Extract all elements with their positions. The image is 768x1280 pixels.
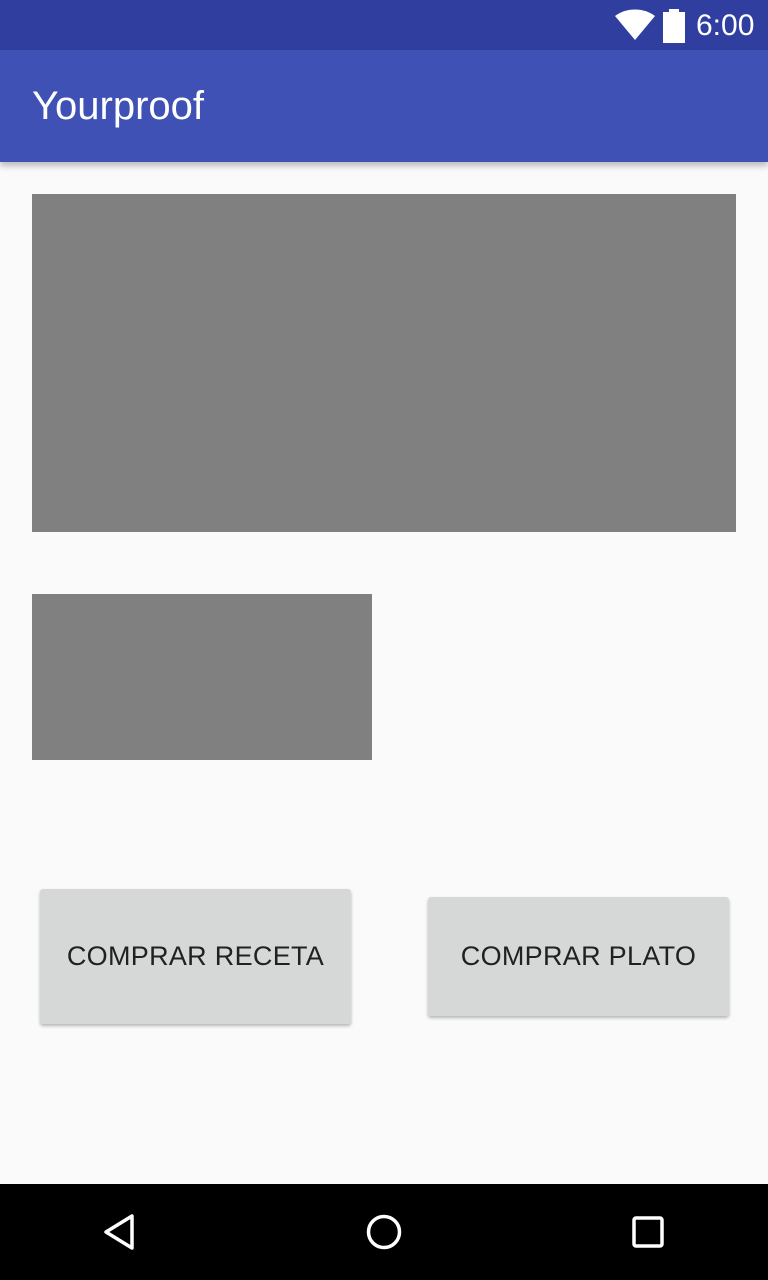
back-button[interactable]: [96, 1208, 144, 1256]
comprar-plato-button[interactable]: COMPRAR PLATO: [428, 897, 729, 1016]
recents-button[interactable]: [624, 1208, 672, 1256]
status-time: 6:00: [696, 9, 755, 42]
home-button[interactable]: [360, 1208, 408, 1256]
comprar-receta-button[interactable]: COMPRAR RECETA: [40, 889, 351, 1024]
app-title: Yourproof: [32, 84, 204, 128]
home-icon: [366, 1214, 402, 1250]
wifi-icon: [615, 9, 655, 40]
app-bar: Yourproof: [0, 50, 768, 162]
screen: 6:00 Yourproof COMPRAR RECETA COMPRAR PL…: [0, 0, 768, 1280]
image-placeholder-large: [32, 194, 736, 532]
navigation-bar: [0, 1184, 768, 1280]
recents-icon: [632, 1216, 664, 1248]
back-icon: [104, 1214, 134, 1250]
status-bar: 6:00: [0, 0, 768, 50]
image-placeholder-small: [32, 594, 372, 760]
battery-icon: [663, 9, 685, 43]
